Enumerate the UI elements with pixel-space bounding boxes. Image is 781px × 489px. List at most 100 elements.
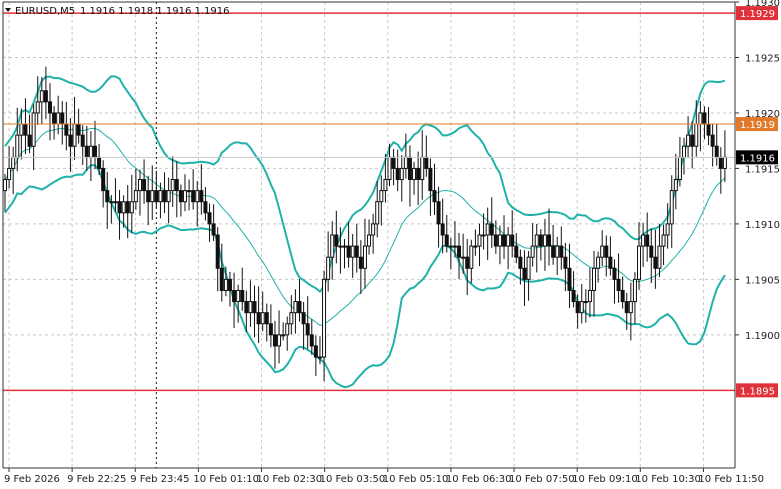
- candle-body: [379, 190, 384, 203]
- candle-body: [56, 112, 61, 125]
- candle-body: [334, 234, 339, 247]
- candle-body: [240, 289, 245, 303]
- candle-body: [72, 123, 77, 147]
- symbol-label: EURUSD,M5: [15, 6, 75, 17]
- candle-body: [219, 267, 224, 291]
- candle-body: [448, 245, 453, 248]
- candle-body: [268, 323, 273, 336]
- candle-body: [510, 234, 515, 247]
- x-tick-label: 10 Feb 11:50: [698, 474, 764, 485]
- candle-body: [133, 190, 138, 203]
- y-tick-label: 1.1905: [745, 275, 780, 286]
- candle-body: [559, 245, 564, 258]
- candle-body: [616, 278, 621, 291]
- candle-body: [309, 334, 314, 347]
- candle-body: [432, 190, 437, 203]
- candle-body: [682, 145, 687, 158]
- candle-body: [526, 256, 531, 280]
- candle-body: [596, 256, 601, 269]
- candle-body: [272, 334, 277, 347]
- candle-body: [297, 301, 302, 314]
- candle-body: [391, 156, 396, 169]
- x-tick-label: 9 Feb 2026: [4, 474, 60, 485]
- candle-body: [567, 267, 572, 291]
- candle-body: [195, 190, 200, 203]
- candle-body: [170, 179, 175, 192]
- candle-body: [530, 245, 535, 258]
- candle-body: [158, 190, 163, 203]
- candle-body: [465, 256, 470, 269]
- candle-body: [702, 112, 707, 125]
- candle-body: [669, 190, 674, 225]
- candle-body: [358, 256, 363, 269]
- candle-body: [23, 123, 28, 136]
- candle-body: [424, 156, 429, 169]
- candle-body: [428, 167, 433, 192]
- candle-body: [649, 245, 654, 258]
- candle-body: [534, 234, 539, 247]
- candle-body: [677, 156, 682, 181]
- candle-body: [452, 245, 457, 248]
- candle-body: [395, 167, 400, 181]
- candle-body: [502, 234, 507, 247]
- candle-body: [522, 267, 527, 280]
- candle-body: [632, 278, 637, 303]
- candle-body: [485, 223, 490, 236]
- candle-body: [39, 90, 44, 103]
- x-tick-label: 10 Feb 05:10: [383, 474, 449, 485]
- candle-body: [289, 312, 294, 325]
- candle-body: [653, 256, 658, 269]
- candle-body: [146, 190, 151, 203]
- candle-body: [608, 256, 613, 269]
- candle-body: [579, 301, 584, 314]
- candle-body: [592, 267, 597, 291]
- candle-body: [342, 245, 347, 248]
- candle-body: [174, 179, 179, 192]
- candle-body: [514, 245, 519, 258]
- price-chart[interactable]: 1.19301.19251.19201.19151.19101.19051.19…: [0, 0, 781, 489]
- candle-body: [547, 234, 552, 247]
- candle-body: [27, 134, 32, 147]
- x-tick-label: 10 Feb 02:30: [257, 474, 323, 485]
- candle-body: [698, 112, 703, 125]
- candle-body: [121, 201, 126, 214]
- candle-body: [420, 156, 425, 181]
- candle-body: [350, 245, 355, 258]
- candle-body: [371, 223, 376, 236]
- candle-body: [330, 234, 335, 258]
- candle-body: [109, 201, 114, 204]
- candle-body: [285, 323, 290, 336]
- candle-body: [264, 312, 269, 325]
- candle-body: [317, 356, 322, 359]
- candle-body: [256, 312, 261, 325]
- candle-body: [203, 201, 208, 214]
- candle-body: [694, 123, 699, 147]
- candle-body: [440, 223, 445, 236]
- candle-body: [542, 234, 547, 247]
- candle-body: [281, 334, 286, 337]
- candle-body: [444, 234, 449, 247]
- candle-body: [641, 234, 646, 247]
- candle-body: [338, 245, 343, 248]
- candle-body: [199, 190, 204, 203]
- candle-body: [690, 134, 695, 147]
- candle-body: [645, 234, 650, 247]
- candle-body: [125, 201, 130, 214]
- last-price-tag-label: 1.1916: [740, 153, 775, 164]
- candle-body: [92, 145, 97, 158]
- candle-body: [43, 90, 48, 103]
- x-tick-label: 9 Feb 22:25: [67, 474, 126, 485]
- y-tick-label: 1.1915: [745, 164, 780, 175]
- candle-body: [637, 245, 642, 280]
- candle-body: [277, 334, 282, 347]
- candle-body: [293, 301, 298, 314]
- candle-body: [612, 267, 617, 280]
- candle-body: [461, 256, 466, 259]
- candle-body: [477, 234, 482, 247]
- candle-body: [718, 156, 723, 169]
- candle-body: [252, 301, 257, 314]
- candle-body: [76, 123, 81, 136]
- candle-body: [97, 156, 102, 169]
- candle-body: [35, 101, 40, 114]
- x-tick-label: 9 Feb 23:45: [130, 474, 189, 485]
